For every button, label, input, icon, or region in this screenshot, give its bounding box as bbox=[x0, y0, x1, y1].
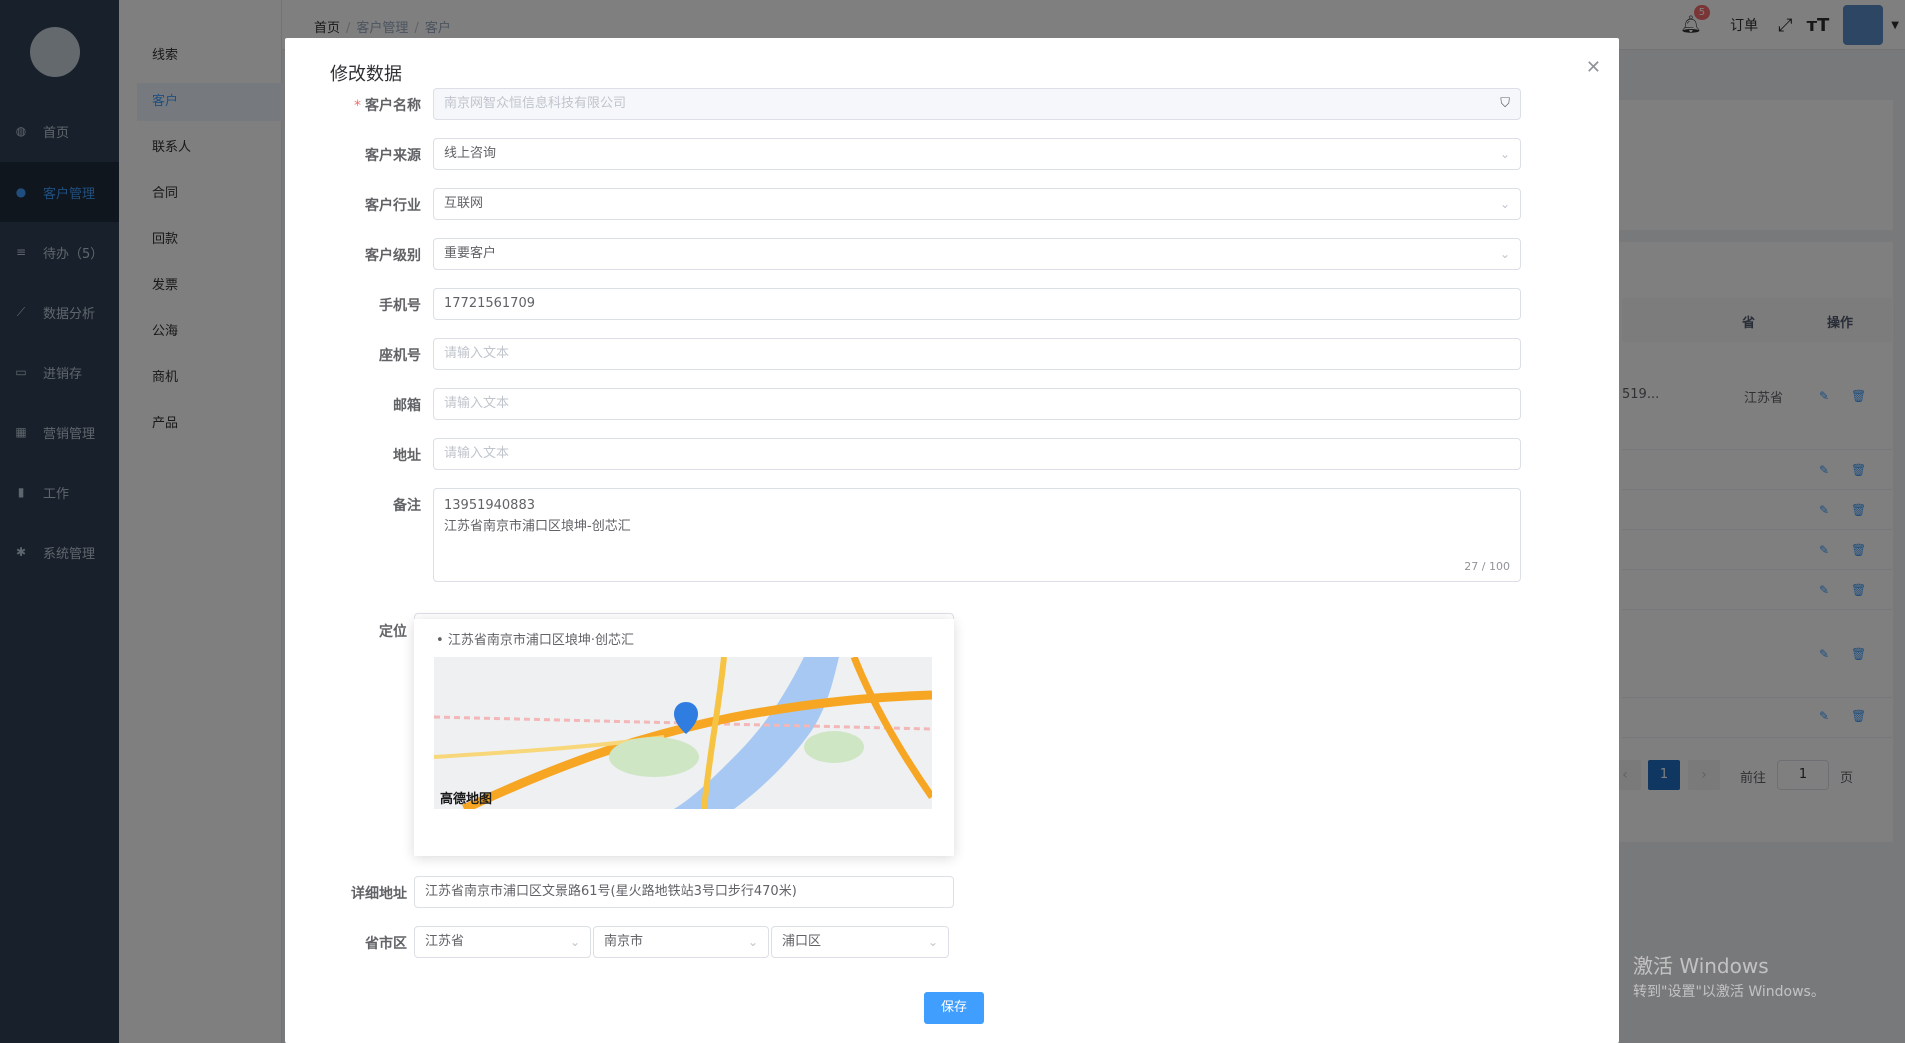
close-icon[interactable]: ✕ bbox=[1586, 57, 1601, 78]
location-suggestion-panel: • 江苏省南京市浦口区埌坤·创芯汇 高德地图 bbox=[414, 619, 954, 856]
char-counter: 27 / 100 bbox=[1464, 560, 1510, 573]
source-label: 客户来源 bbox=[365, 148, 421, 164]
windows-watermark: 激活 Windows 转到"设置"以激活 Windows。 bbox=[1633, 950, 1825, 1001]
industry-select[interactable]: 互联网 ⌄ bbox=[433, 188, 1521, 220]
customer-name-label: * 客户名称 bbox=[354, 98, 421, 114]
chevron-down-icon: ⌄ bbox=[1499, 197, 1510, 211]
landline-label: 座机号 bbox=[379, 348, 421, 364]
map-view[interactable]: 高德地图 bbox=[434, 657, 932, 809]
shield-icon: ⛉ bbox=[1500, 96, 1510, 111]
mobile-label: 手机号 bbox=[379, 298, 421, 314]
remark-line: 江苏省南京市浦口区埌坤-创芯汇 bbox=[444, 519, 631, 534]
email-field[interactable]: 请输入文本 bbox=[433, 388, 1521, 420]
map-graphic bbox=[434, 657, 932, 809]
mobile-field[interactable]: 17721561709 bbox=[433, 288, 1521, 320]
chevron-down-icon: ⌄ bbox=[1499, 147, 1510, 161]
suggestion-item[interactable]: • 江苏省南京市浦口区埌坤·创芯汇 bbox=[436, 629, 634, 648]
detail-address-label: 详细地址 bbox=[351, 886, 407, 902]
chevron-down-icon: ⌄ bbox=[927, 935, 938, 949]
save-button[interactable]: 保存 bbox=[924, 992, 984, 1024]
chevron-down-icon: ⌄ bbox=[747, 935, 758, 949]
watermark-line: 激活 Windows bbox=[1633, 954, 1769, 978]
source-select[interactable]: 线上咨询 ⌄ bbox=[433, 138, 1521, 170]
edit-dialog: 修改数据 ✕ * 客户名称 南京网智众恒信息科技有限公司 ⛉ 客户来源 线上咨询 … bbox=[285, 38, 1619, 1043]
chevron-down-icon: ⌄ bbox=[1499, 247, 1510, 261]
district-select[interactable]: 浦口区 ⌄ bbox=[771, 926, 949, 958]
industry-label: 客户行业 bbox=[365, 198, 421, 214]
location-label: 定位 bbox=[379, 624, 407, 640]
map-logo: 高德地图 bbox=[440, 792, 493, 807]
customer-name-field[interactable]: 南京网智众恒信息科技有限公司 ⛉ bbox=[433, 88, 1521, 120]
chevron-down-icon: ⌄ bbox=[569, 935, 580, 949]
region-label: 省市区 bbox=[365, 936, 407, 952]
remark-label: 备注 bbox=[393, 498, 421, 514]
landline-field[interactable]: 请输入文本 bbox=[433, 338, 1521, 370]
remark-textarea[interactable]: 13951940883 江苏省南京市浦口区埌坤-创芯汇 27 / 100 bbox=[433, 488, 1521, 582]
level-label: 客户级别 bbox=[365, 248, 421, 264]
email-label: 邮箱 bbox=[393, 398, 421, 414]
remark-line: 13951940883 bbox=[444, 498, 535, 513]
address-label: 地址 bbox=[393, 448, 421, 464]
watermark-line: 转到"设置"以激活 Windows。 bbox=[1633, 984, 1825, 1000]
city-select[interactable]: 南京市 ⌄ bbox=[593, 926, 769, 958]
detail-address-field[interactable]: 江苏省南京市浦口区文景路61号(星火路地铁站3号口步行470米) bbox=[414, 876, 954, 908]
address-field[interactable]: 请输入文本 bbox=[433, 438, 1521, 470]
dialog-title: 修改数据 bbox=[330, 64, 402, 85]
level-select[interactable]: 重要客户 ⌄ bbox=[433, 238, 1521, 270]
province-select[interactable]: 江苏省 ⌄ bbox=[414, 926, 591, 958]
